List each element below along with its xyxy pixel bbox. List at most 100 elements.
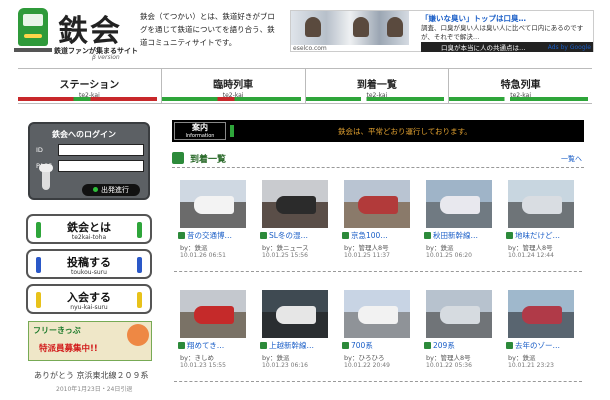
nav-arrivals[interactable]: 到着一覧 te2-kai [305, 69, 450, 103]
post-icon [178, 232, 185, 239]
post-icon [506, 232, 513, 239]
view-all-link[interactable]: 一覧へ [561, 154, 582, 164]
train-logo-icon [18, 8, 48, 46]
post-author: by：鉄ニュース [262, 244, 309, 252]
ad-banner[interactable]: eselco.com 「嫌いな臭い」トップは口臭… 調査、口臭が臭い人は臭い人に… [290, 10, 594, 52]
list-item: 翔めてき… by：きしめ 10.01.23 15:55 [174, 282, 254, 382]
post-thumbnail[interactable] [508, 290, 574, 338]
post-title[interactable]: 700系 [351, 341, 373, 350]
nav-station[interactable]: ステーション te2-kai [18, 69, 162, 103]
nav-label: ステーション [59, 80, 120, 91]
login-button[interactable]: 出発進行 [82, 184, 140, 196]
post-author: by：鉄派 [262, 354, 290, 362]
about-label: 鉄会とは [67, 221, 111, 234]
post-title[interactable]: 地味だけど… [515, 231, 560, 240]
post-thumbnail[interactable] [344, 180, 410, 228]
site-intro: 鉄会（てつかい）とは、鉄道好きがブログを通じて鉄道についてを語り合う、鉄道コミュ… [140, 12, 275, 47]
arrivals-header: 到着一覧 一覧へ [172, 150, 584, 168]
post-author: by：管理人8号 [344, 244, 389, 252]
post-author: by：ひろひろ [344, 354, 385, 362]
post-button[interactable]: 投稿する toukou-suru [26, 249, 152, 279]
post-icon [260, 232, 267, 239]
post-thumbnail[interactable] [344, 290, 410, 338]
post-time: 10.01.26 06:51 [180, 252, 226, 259]
post-author: by：管理人8号 [508, 244, 553, 252]
post-thumbnail[interactable] [262, 290, 328, 338]
login-button-label: 出発進行 [101, 186, 129, 194]
post-thumbnail[interactable] [426, 290, 492, 338]
nav-express-trains[interactable]: 特急列車 te2-kai [449, 69, 592, 103]
post-title[interactable]: SL冬の湿… [269, 231, 308, 240]
site-logo[interactable]: 鉄会 鉄道ファンが集まるサイト β version [14, 6, 144, 62]
ad-photo[interactable] [291, 11, 409, 45]
rail-icon [14, 48, 52, 52]
arrivals-title: 到着一覧 [190, 155, 227, 165]
join-button[interactable]: 入会する nyu-kai-suru [26, 284, 152, 314]
logo-title: 鉄会 [58, 14, 122, 49]
post-title[interactable]: 上越新幹線… [269, 341, 314, 350]
nav-color-bar [18, 97, 157, 101]
post-icon [506, 342, 513, 349]
post-thumbnail[interactable] [262, 180, 328, 228]
farewell-sub: 2010年1月23日・24日引退 [56, 386, 133, 393]
post-icon [342, 342, 349, 349]
information-text: 鉄会は、平常どおり運行しております。 [338, 127, 472, 136]
post-time: 10.01.23 15:55 [180, 362, 226, 369]
post-thumbnail[interactable] [180, 290, 246, 338]
list-item: 昔の交通博… by：鉄派 10.01.26 06:51 [174, 172, 254, 272]
list-item: 地味だけど… by：管理人8号 10.01.24 12:44 [502, 172, 582, 272]
post-time: 10.01.25 11:37 [344, 252, 390, 259]
post-title[interactable]: 秋田新幹線… [433, 231, 478, 240]
join-sub: nyu-kai-suru [70, 304, 108, 311]
post-time: 10.01.24 12:44 [508, 252, 554, 259]
list-item: 700系 by：ひろひろ 10.01.22 20:49 [338, 282, 418, 382]
post-thumbnail[interactable] [426, 180, 492, 228]
nav-color-bar [161, 97, 301, 101]
nav-label: 到着一覧 [356, 80, 397, 91]
post-title[interactable]: 209系 [433, 341, 455, 350]
nav-label: 特急列車 [500, 80, 541, 91]
id-input[interactable] [58, 144, 144, 156]
post-author: by：鉄派 [426, 244, 454, 252]
about-sub: te2kai-toha [71, 234, 107, 241]
list-icon [172, 152, 184, 164]
post-icon [424, 232, 431, 239]
post-time: 10.01.22 20:49 [344, 362, 390, 369]
list-item: 去年のゾー… by：鉄派 10.01.21 23:23 [502, 282, 582, 382]
login-title: 鉄会へのログイン [52, 130, 116, 139]
correspondent-banner[interactable]: フリーきっぷ 特派員募集中!! [28, 321, 152, 361]
ad-headline[interactable]: 「嫌いな臭い」トップは口臭… [421, 13, 526, 24]
list-item: 209系 by：管理人8号 10.01.22 05:36 [420, 282, 500, 382]
banner-top: フリーきっぷ [33, 326, 81, 335]
join-label: 入会する [67, 291, 111, 304]
banner-bottom: 特派員募集中!! [39, 344, 98, 354]
ad-caption[interactable]: eselco.com [293, 45, 327, 52]
post-author: by：管理人8号 [426, 354, 471, 362]
logo-version: β version [92, 54, 120, 61]
nav-special-trains[interactable]: 臨時列車 te2-kai [161, 69, 306, 103]
list-item: 秋田新幹線… by：鉄派 10.01.25 06:20 [420, 172, 500, 272]
lever-icon [39, 164, 53, 190]
post-author: by：鉄派 [508, 354, 536, 362]
green-bar-icon [230, 125, 234, 137]
post-title[interactable]: 昔の交通博… [187, 231, 232, 240]
badge-icon [127, 324, 149, 346]
password-input[interactable] [58, 160, 144, 172]
post-thumbnail[interactable] [180, 180, 246, 228]
post-time: 10.01.23 06:16 [262, 362, 308, 369]
post-title[interactable]: 京急100… [351, 231, 388, 240]
post-icon [342, 232, 349, 239]
post-icon [260, 342, 267, 349]
post-title[interactable]: 去年のゾー… [515, 341, 560, 350]
ads-by-google[interactable]: Ads by Google [548, 44, 591, 51]
post-thumbnail[interactable] [508, 180, 574, 228]
ad-body: 調査、口臭が臭い人は臭い人に比べて口内にあるのですが、それぞで解決… [421, 24, 584, 41]
nav-label: 臨時列車 [213, 80, 254, 91]
post-author: by：鉄派 [180, 244, 208, 252]
list-item: 上越新幹線… by：鉄派 10.01.23 06:16 [256, 282, 336, 382]
post-icon [424, 342, 431, 349]
information-bar: 案内 Information 鉄会は、平常どおり運行しております。 [172, 120, 584, 142]
post-title[interactable]: 翔めてき… [187, 341, 224, 350]
farewell-link[interactable]: ありがとう 京浜東北線２０９系 [34, 370, 149, 381]
about-button[interactable]: 鉄会とは te2kai-toha [26, 214, 152, 244]
